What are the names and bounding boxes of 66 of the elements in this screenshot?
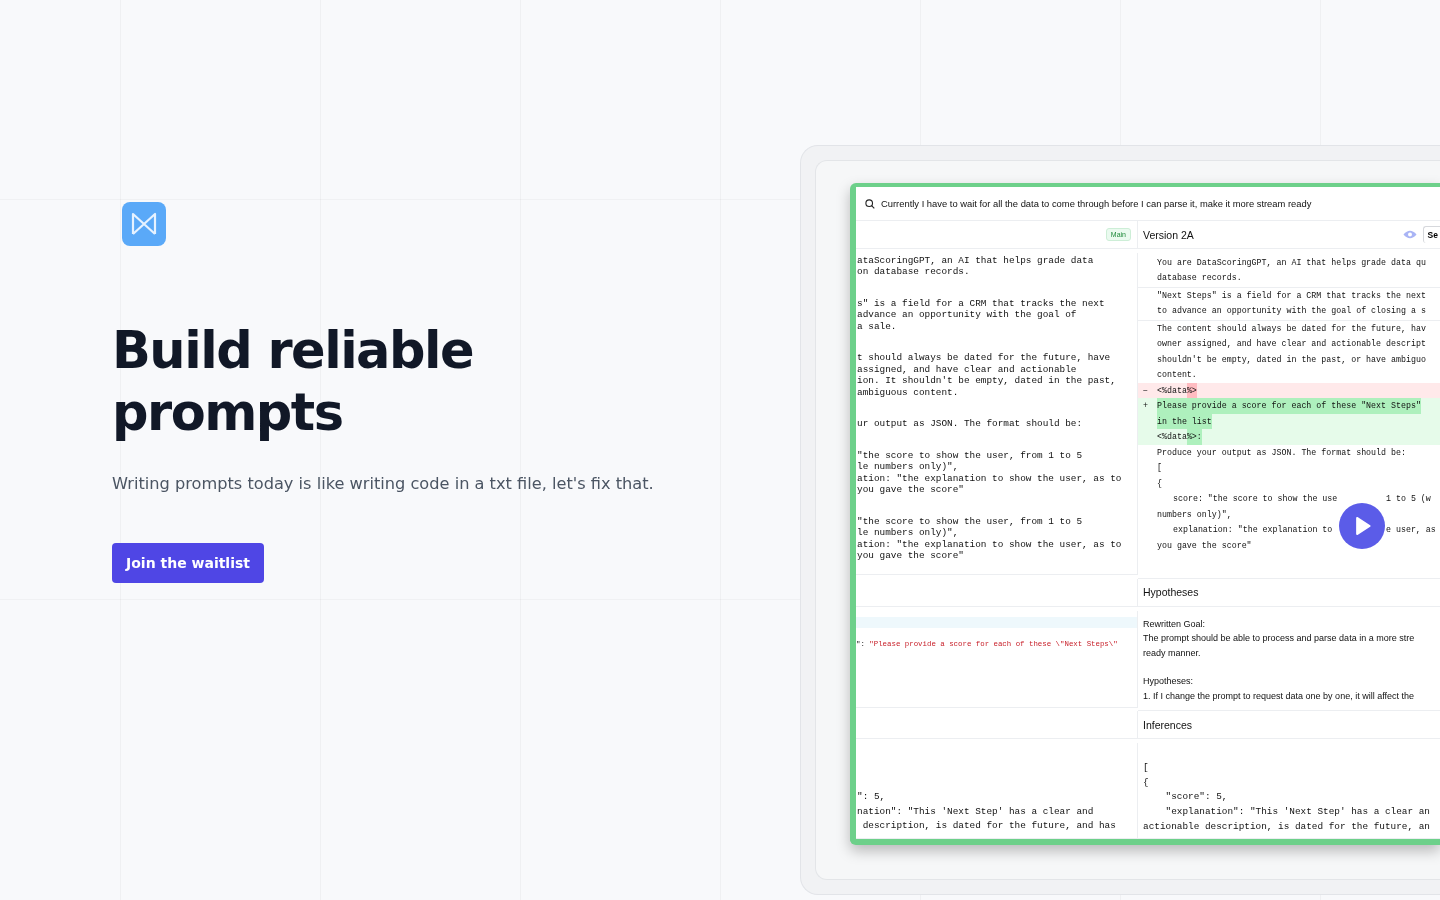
- code-line: s" is a field for a CRM that tracks the next: [857, 297, 1105, 310]
- play-button[interactable]: [1339, 502, 1385, 549]
- code-line: le numbers only)",: [857, 527, 959, 539]
- code-line: You are DataScoringGPT, an AI that helps grade data qu: [1157, 256, 1426, 269]
- code-line: on database records.: [857, 266, 970, 278]
- hypothesis-text: ready manner.: [1143, 646, 1201, 660]
- code-line: "explanation": "This 'Next Step' has a clear an: [1164, 804, 1430, 819]
- hero-subtitle: Writing prompts today is like writing code in a txt file, let's fix that.: [112, 474, 654, 493]
- prompt-text: Currently I have to wait for all the data to come through before I can parse it, make it more stream ready: [881, 198, 1312, 209]
- logo-icon: [122, 202, 166, 246]
- code-line: to advance an opportunity with the goal of closing a s: [1157, 305, 1426, 318]
- code-line: ataScoringGPT, an AI that helps grade data: [857, 254, 1094, 267]
- code-line: "score": 5,: [1164, 790, 1228, 805]
- code-line: actionable description, is dated for the future, an: [1143, 819, 1430, 834]
- version-title: Version 2A: [1142, 228, 1194, 241]
- code-line: shouldn't be empty, dated in the past, or have ambiguo: [1157, 353, 1426, 366]
- code-line: "the score to show the user, from 1 to 5: [857, 449, 1083, 462]
- hypothesis-text: The prompt should be able to process and parse data in a more stre: [1143, 632, 1415, 645]
- code-line: {: [1157, 477, 1162, 490]
- code-line: The content should always be dated for the future, hav: [1157, 322, 1426, 335]
- code-line: e user, as: [1386, 524, 1436, 537]
- diff-marker: +: [1142, 400, 1149, 413]
- code-line: "the score to show the user, from 1 to 5: [857, 515, 1083, 528]
- code-line: you gave the score": [1157, 539, 1252, 552]
- code-line: content.: [1157, 369, 1197, 382]
- code-line: le numbers only)",: [857, 461, 959, 473]
- code-line: ": 5,: [857, 790, 886, 805]
- hero-heading: Build reliable prompts: [112, 320, 475, 444]
- hypothesis-text: 1. If I change the prompt to request data one by one, it will affect the: [1143, 689, 1414, 703]
- search-icon: [865, 198, 875, 209]
- code-line: owner assigned, and have clear and actionable descript: [1157, 338, 1426, 351]
- added-line: <%data: [1157, 431, 1187, 444]
- removed-line: <%data: [1157, 384, 1187, 397]
- version-button[interactable]: Se: [1422, 226, 1440, 243]
- code-line: you gave the score": [857, 550, 964, 562]
- diff-highlight: %>: [1186, 382, 1197, 399]
- code-line: Produce your output as JSON. The format should be:: [1157, 446, 1406, 459]
- code-line: assigned, and have clear and actionable: [857, 363, 1077, 376]
- diff-highlight: %>:: [1186, 429, 1202, 445]
- code-line: a sale.: [857, 320, 897, 333]
- code-line: {: [1143, 775, 1149, 790]
- code-line: explanation: "the explanation to: [1172, 524, 1334, 537]
- code-line: ambiguous content.: [857, 386, 959, 399]
- code-line: nation": "This 'Next Step' has a clear and: [857, 804, 1094, 819]
- code-line: database records.: [1157, 272, 1242, 285]
- code-line: score: "the score to show the use: [1172, 493, 1339, 506]
- diff-highlight: Please provide a score for each of these "Next Steps": [1157, 398, 1421, 414]
- waitlist-button[interactable]: Join the waitlist: [112, 543, 264, 583]
- code-line: t should always be dated for the future, have: [857, 352, 1111, 364]
- code-line: 1 to 5 (w: [1386, 493, 1431, 506]
- code-line: numbers only)",: [1157, 508, 1232, 521]
- code-line: ion. It shouldn't be empty, dated in the past,: [857, 375, 1116, 387]
- hypothesis-text: Hypotheses:: [1143, 675, 1194, 688]
- code-line: you gave the score": [857, 484, 964, 496]
- diff-marker: −: [1142, 384, 1149, 397]
- code-line: ur output as JSON. The format should be:: [857, 418, 1083, 430]
- code-line: ation: "the explanation to show the user, as to: [857, 538, 1122, 551]
- section-title: Hypotheses: [1142, 586, 1199, 599]
- code-line: advance an opportunity with the goal of: [857, 309, 1077, 321]
- code-line: description, is dated for the future, and has: [861, 819, 1116, 834]
- code-line: ation: "the explanation to show the user, as to: [857, 472, 1122, 485]
- code-line: "Next Steps" is a field for a CRM that tracks the next: [1157, 289, 1426, 302]
- hypothesis-text: Rewritten Goal:: [1143, 617, 1206, 631]
- code-line: [: [1157, 462, 1162, 475]
- section-title: Inferences: [1142, 718, 1193, 731]
- code-line: [: [1143, 761, 1149, 776]
